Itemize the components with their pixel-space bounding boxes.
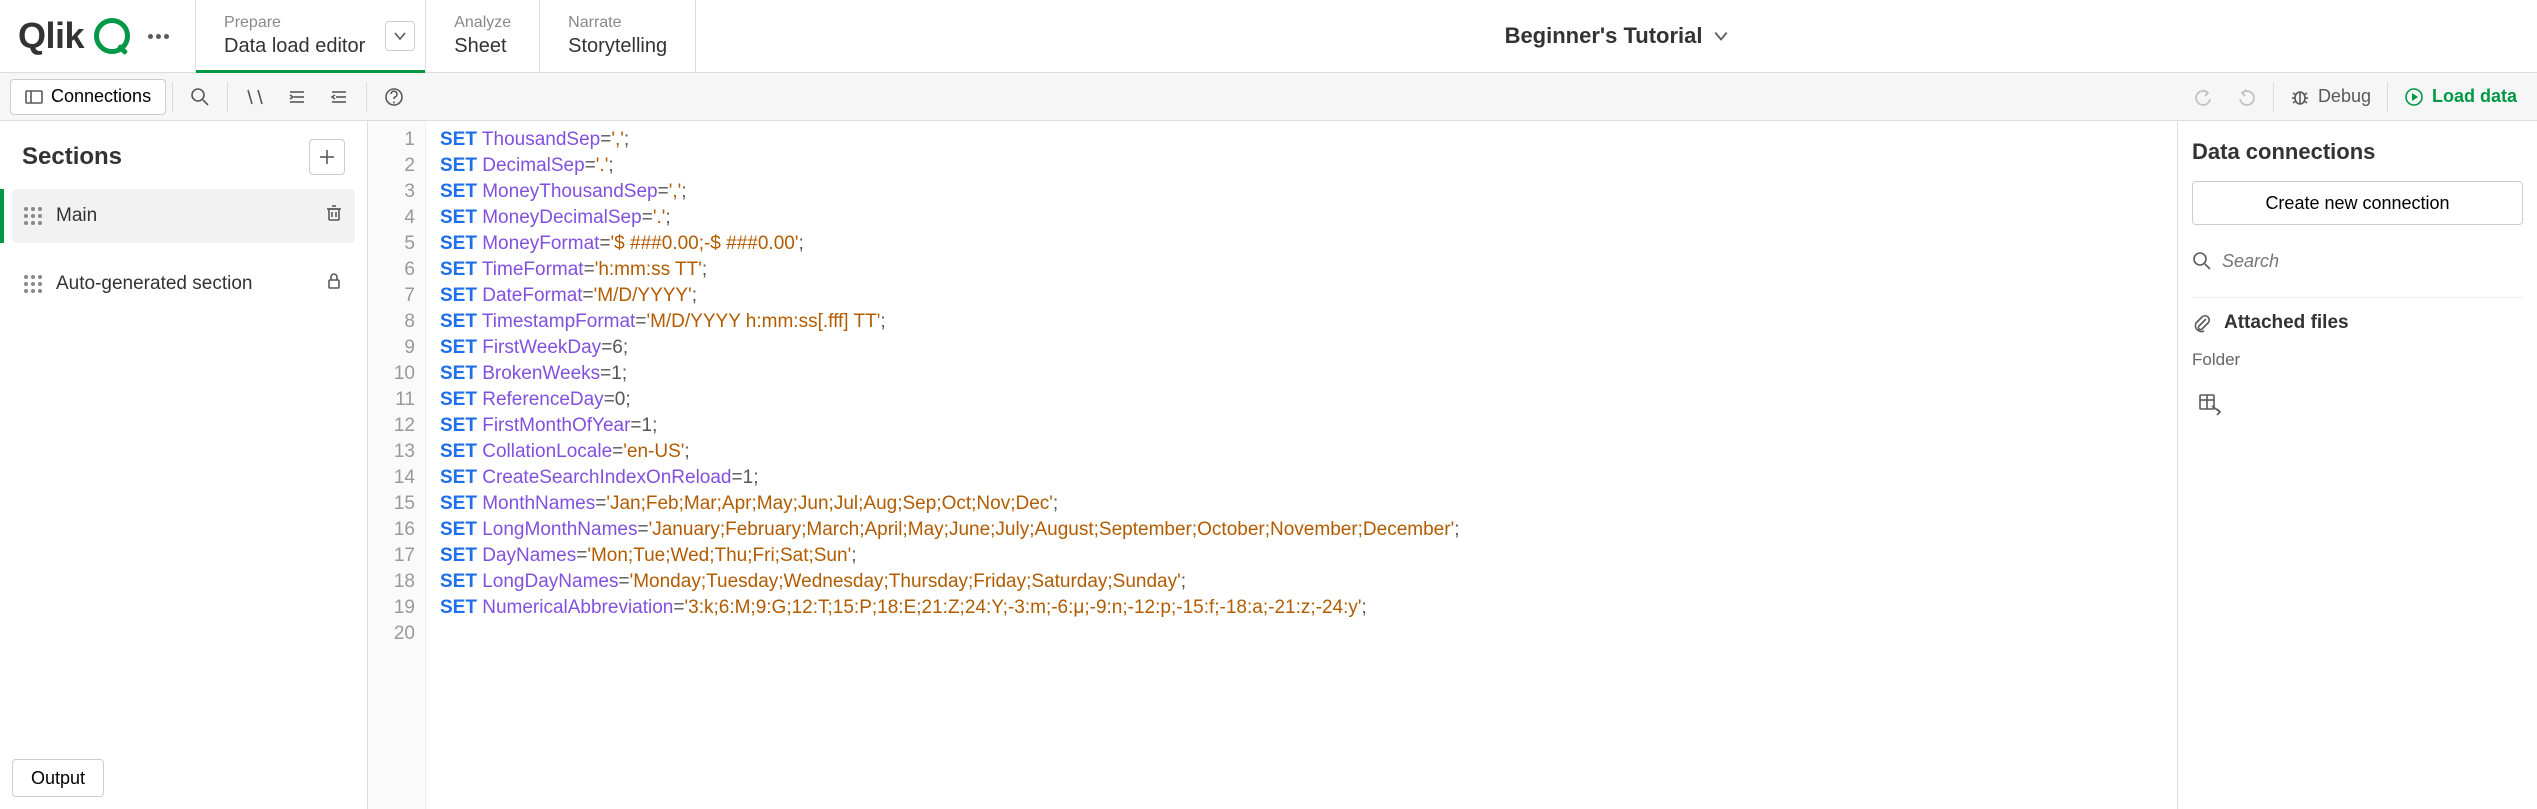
tab-big-label: Data load editor xyxy=(224,33,365,59)
tab-analyze[interactable]: Analyze Sheet xyxy=(426,0,540,72)
outdent-icon[interactable] xyxy=(318,79,360,115)
app-title-dropdown[interactable]: Beginner's Tutorial xyxy=(696,0,2537,72)
tab-big-label: Storytelling xyxy=(568,33,667,59)
folder-label: Folder xyxy=(2192,350,2523,370)
section-item-main[interactable]: Main xyxy=(12,189,355,243)
connection-search[interactable] xyxy=(2192,241,2523,281)
panel-icon xyxy=(25,88,43,106)
tab-narrate[interactable]: Narrate Storytelling xyxy=(540,0,696,72)
tab-prepare[interactable]: Prepare Data load editor xyxy=(195,0,426,72)
section-item-autogen[interactable]: Auto-generated section xyxy=(12,257,355,311)
more-menu-icon[interactable] xyxy=(140,26,177,47)
trash-icon[interactable] xyxy=(325,204,343,228)
drag-handle-icon[interactable] xyxy=(24,275,42,293)
load-data-label: Load data xyxy=(2432,86,2517,107)
tab-small-label: Narrate xyxy=(568,13,667,34)
sections-header: Sections xyxy=(12,139,355,175)
tab-small-label: Prepare xyxy=(224,13,365,34)
separator xyxy=(366,82,367,112)
indent-icon[interactable] xyxy=(276,79,318,115)
connections-toggle-button[interactable]: Connections xyxy=(10,79,166,115)
logo-text[interactable]: Qlik xyxy=(18,15,84,57)
section-label: Auto-generated section xyxy=(56,273,311,295)
select-data-icon[interactable] xyxy=(2192,386,2228,422)
drag-handle-icon[interactable] xyxy=(24,207,42,225)
sections-title: Sections xyxy=(22,143,122,171)
help-icon[interactable] xyxy=(373,79,415,115)
separator xyxy=(2387,82,2388,112)
search-icon xyxy=(2192,251,2212,271)
connection-search-input[interactable] xyxy=(2222,251,2523,272)
connections-label: Connections xyxy=(51,86,151,107)
add-section-button[interactable] xyxy=(309,139,345,175)
data-connections-title: Data connections xyxy=(2192,139,2523,165)
comment-toggle-icon[interactable] xyxy=(234,79,276,115)
sections-panel: Sections Main Auto-generated section xyxy=(0,121,368,809)
undo-icon[interactable] xyxy=(2183,79,2225,115)
data-connections-panel: Data connections Create new connection A… xyxy=(2177,121,2537,809)
create-connection-button[interactable]: Create new connection xyxy=(2192,181,2523,225)
attached-files-label: Attached files xyxy=(2224,312,2349,334)
nav-tabs: Prepare Data load editor Analyze Sheet N… xyxy=(195,0,696,72)
line-number-gutter: 1234567891011121314151617181920 xyxy=(368,121,426,809)
search-icon[interactable] xyxy=(179,79,221,115)
tab-small-label: Analyze xyxy=(454,13,511,34)
toolbar: Connections Debug Load data xyxy=(0,73,2537,121)
output-button[interactable]: Output xyxy=(12,759,104,797)
tab-big-label: Sheet xyxy=(454,33,511,59)
chevron-down-icon xyxy=(1713,28,1729,44)
logo-q-icon[interactable] xyxy=(94,18,130,54)
attached-files-header: Attached files xyxy=(2192,297,2523,334)
code-area[interactable]: SET ThousandSep=',';SET DecimalSep='.';S… xyxy=(426,121,2177,809)
redo-icon[interactable] xyxy=(2225,79,2267,115)
paperclip-icon xyxy=(2192,313,2212,333)
debug-label: Debug xyxy=(2318,86,2371,107)
debug-icon[interactable]: Debug xyxy=(2280,79,2381,115)
section-label: Main xyxy=(56,205,311,227)
top-header: Qlik Prepare Data load editor Analyze Sh… xyxy=(0,0,2537,73)
separator xyxy=(2273,82,2274,112)
chevron-down-icon[interactable] xyxy=(385,21,415,51)
body: Sections Main Auto-generated section 123… xyxy=(0,121,2537,809)
logo-area: Qlik xyxy=(0,0,195,72)
load-data-button[interactable]: Load data xyxy=(2394,79,2527,115)
lock-icon xyxy=(325,272,343,296)
app-title-text: Beginner's Tutorial xyxy=(1505,23,1703,49)
separator xyxy=(172,82,173,112)
code-editor[interactable]: 1234567891011121314151617181920 SET Thou… xyxy=(368,121,2177,809)
separator xyxy=(227,82,228,112)
